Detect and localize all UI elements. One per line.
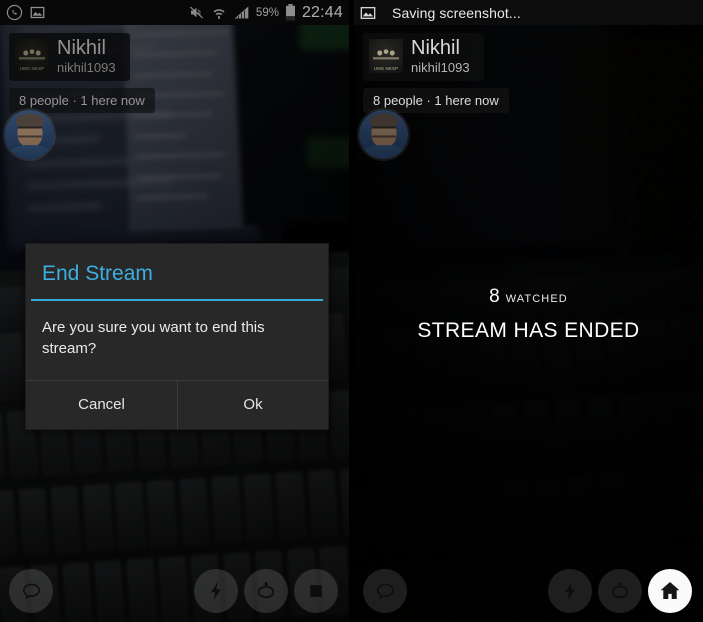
dialog-message: Are you sure you want to end this stream… [26, 301, 328, 380]
stream-controls-bar [354, 560, 703, 622]
stream-ended-text: STREAM HAS ENDED [354, 319, 703, 343]
right-screenshot-panel: Saving screenshot... UMS NKSP Nikhil nik… [354, 0, 703, 622]
rotate-camera-icon [608, 579, 632, 603]
ok-button[interactable]: Ok [177, 381, 328, 429]
home-icon [658, 579, 682, 603]
broadcaster-card[interactable]: UMS NKSP Nikhil nikhil1093 [363, 33, 484, 81]
dual-screenshot-composite: 59% 22:44 UMS NKSP Nikhil nikhil1093 8 p… [0, 0, 703, 622]
broadcaster-name: Nikhil [411, 38, 470, 59]
crest-icon [373, 46, 399, 66]
crest-label: UMS NKSP [369, 66, 403, 71]
flash-button[interactable] [548, 569, 592, 613]
viewer-avatar[interactable] [359, 110, 408, 159]
avatar-shirt [362, 145, 406, 159]
end-stream-dialog: End Stream Are you sure you want to end … [25, 243, 329, 430]
screenshot-icon [360, 5, 376, 21]
saving-screenshot-message: Saving screenshot... [392, 5, 521, 21]
avatar-hair [370, 113, 398, 126]
status-bar: Saving screenshot... [354, 0, 703, 25]
chat-bubble-icon [374, 580, 397, 603]
flip-camera-button[interactable] [598, 569, 642, 613]
avatar-glasses [372, 127, 396, 138]
lightning-bolt-icon [559, 580, 581, 602]
watched-row: 8 WATCHED [354, 286, 703, 308]
broadcaster-meta: Nikhil nikhil1093 [411, 38, 470, 75]
watched-count: 8 [489, 286, 500, 308]
stream-ended-overlay: 8 WATCHED STREAM HAS ENDED [354, 286, 703, 343]
watched-label: WATCHED [506, 293, 568, 305]
broadcaster-handle: nikhil1093 [411, 61, 470, 75]
cancel-button[interactable]: Cancel [26, 381, 177, 429]
home-button[interactable] [648, 569, 692, 613]
dialog-title: End Stream [26, 244, 328, 299]
chat-button[interactable] [363, 569, 407, 613]
dialog-actions: Cancel Ok [26, 381, 328, 429]
broadcaster-logo: UMS NKSP [369, 39, 403, 73]
status-bar-notifications: Saving screenshot... [360, 5, 521, 21]
left-screenshot-panel: 59% 22:44 UMS NKSP Nikhil nikhil1093 8 p… [0, 0, 349, 622]
